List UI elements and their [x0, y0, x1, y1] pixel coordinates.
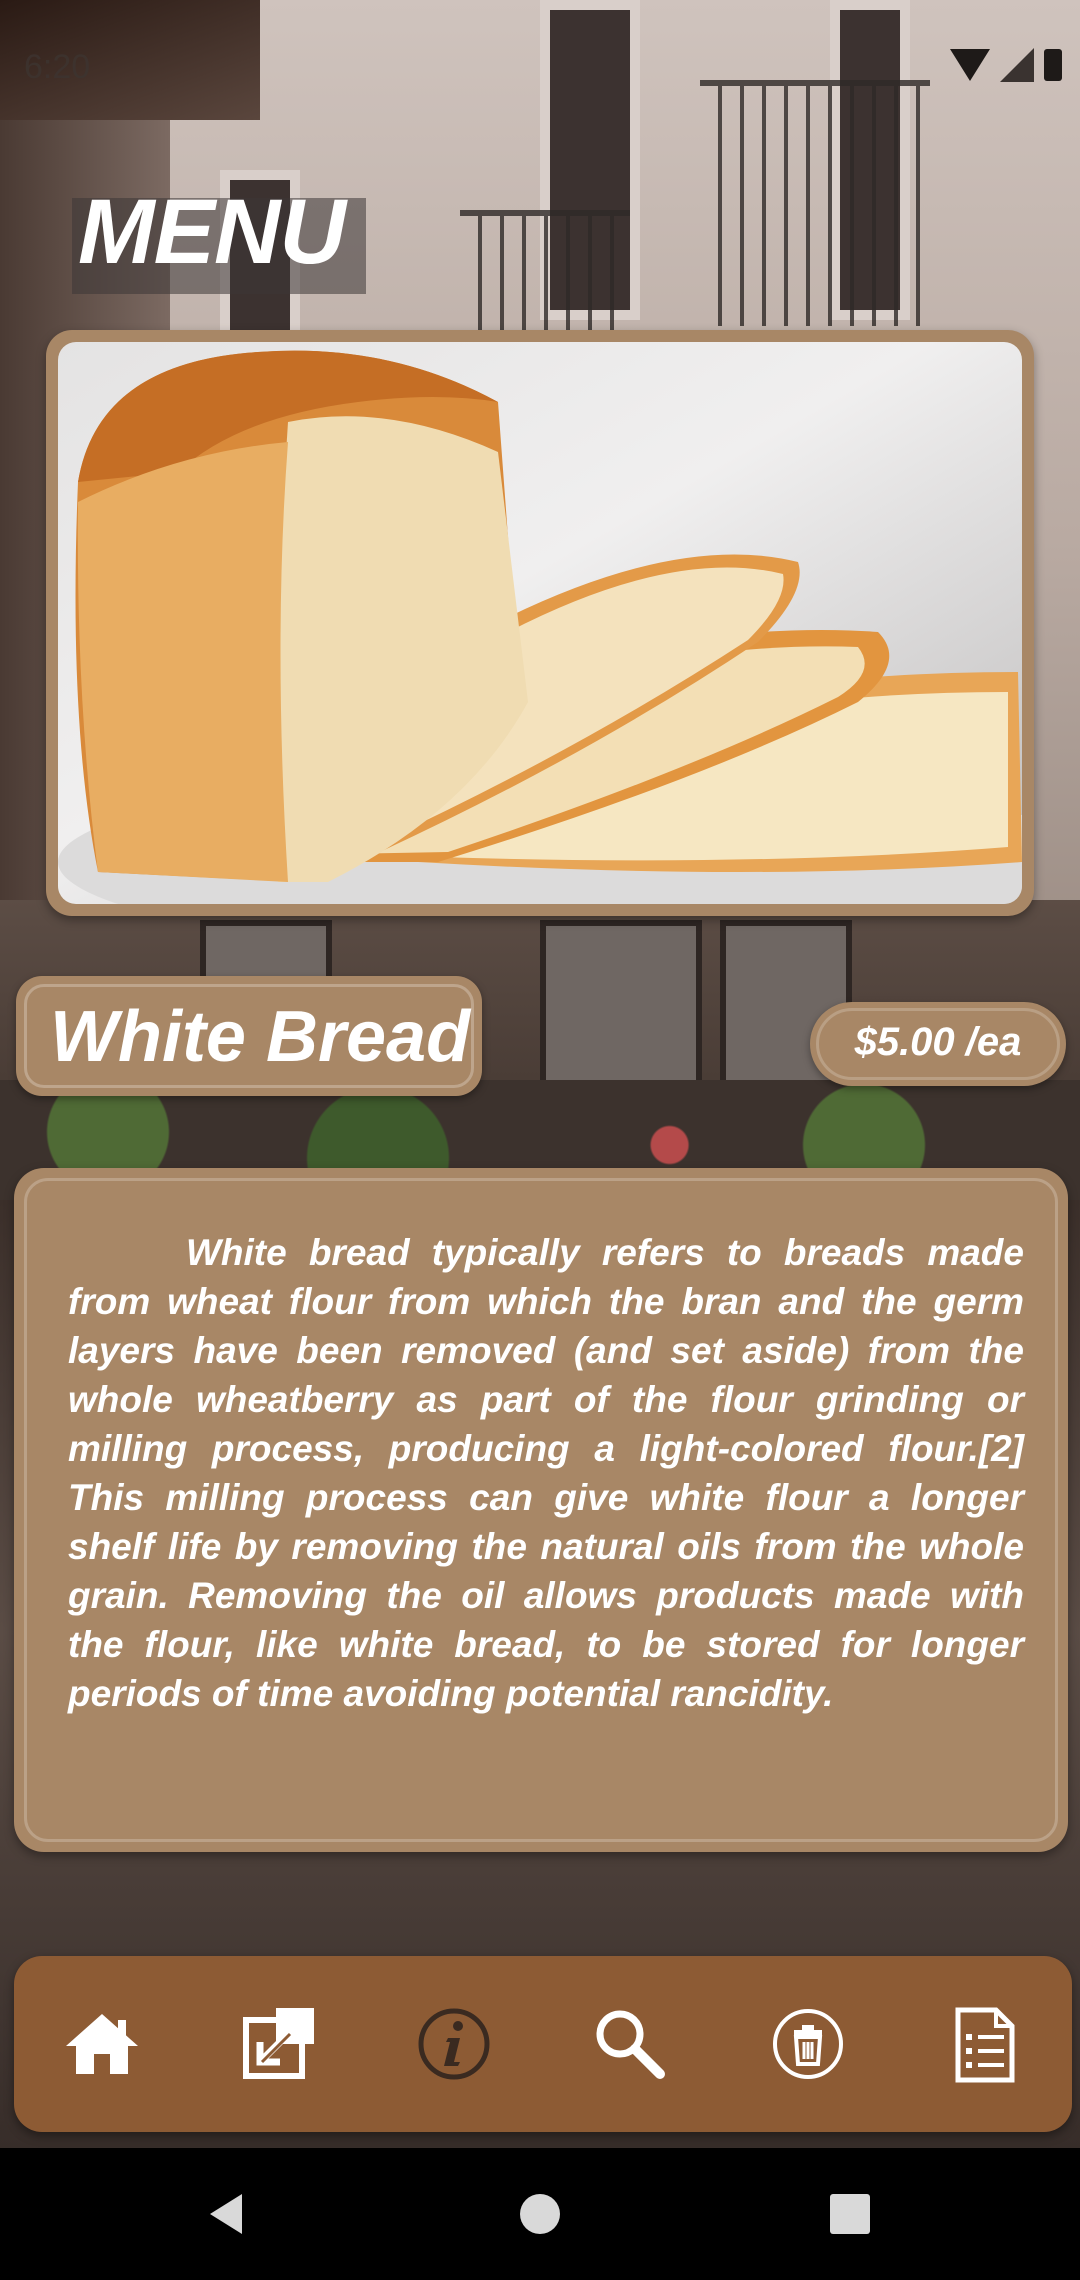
back-icon — [210, 2194, 242, 2234]
info-icon — [418, 2008, 490, 2080]
nav-back-button[interactable] — [194, 2182, 258, 2246]
item-image-frame — [46, 330, 1034, 916]
home-circle-icon — [520, 2194, 560, 2234]
order-list-button[interactable] — [940, 2000, 1028, 2088]
external-link-icon — [243, 2008, 314, 2079]
item-name: White Bread — [50, 997, 471, 1077]
system-navigation-bar — [0, 2148, 1080, 2280]
nav-home-button[interactable] — [508, 2182, 572, 2246]
item-price-badge: $5.00 /ea — [810, 1002, 1066, 1086]
bottom-toolbar — [14, 1956, 1072, 2132]
wifi-icon — [950, 49, 990, 81]
nav-recents-button[interactable] — [818, 2182, 882, 2246]
home-button[interactable] — [58, 2000, 146, 2088]
open-external-button[interactable] — [234, 2000, 322, 2088]
item-name-badge: White Bread — [16, 976, 482, 1096]
info-button[interactable] — [410, 2000, 498, 2088]
search-icon — [596, 2010, 665, 2079]
status-time: 6:20 — [24, 48, 91, 86]
search-button[interactable] — [586, 2000, 674, 2088]
battery-icon — [1044, 49, 1062, 81]
delete-icon — [773, 2009, 843, 2079]
page-title: MENU — [78, 181, 346, 283]
status-bar: 6:20 — [0, 0, 1080, 130]
list-icon — [955, 2007, 1015, 2083]
item-price: $5.00 /ea — [854, 1020, 1022, 1064]
item-description: White bread typically refers to breads m… — [68, 1232, 1024, 1714]
home-icon — [66, 2014, 138, 2074]
item-image — [58, 342, 1022, 904]
delete-button[interactable] — [764, 2000, 852, 2088]
recents-icon — [830, 2194, 870, 2234]
cell-signal-icon — [1000, 48, 1034, 82]
description-card: White bread typically refers to breads m… — [14, 1168, 1068, 1852]
